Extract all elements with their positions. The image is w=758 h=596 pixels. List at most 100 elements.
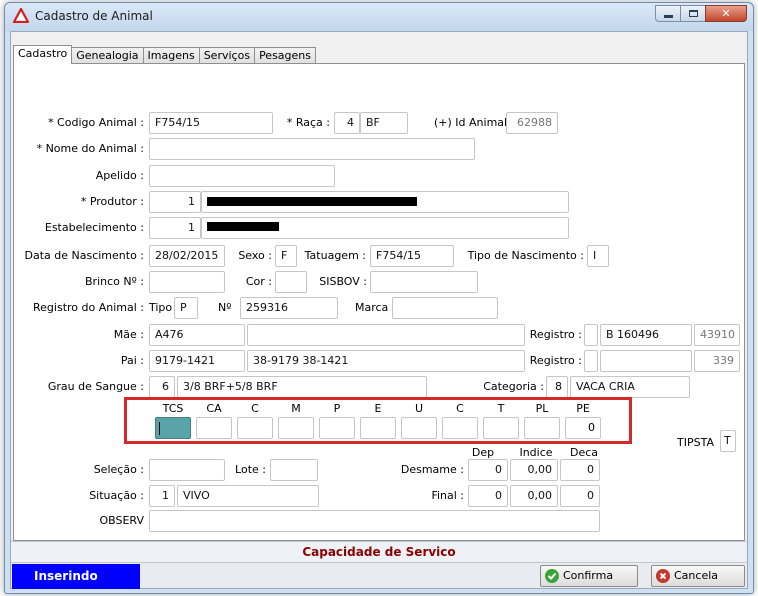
capacidade-highlight-box: TCS CA C M P E U C T PL PE 0 — [124, 397, 632, 444]
selecao-label: Seleção : — [93, 463, 144, 476]
estabelecimento-redaction — [207, 222, 279, 231]
cap-field-c[interactable] — [237, 417, 273, 439]
situacao-field[interactable]: VIVO — [177, 485, 319, 507]
mae-registro-id-field[interactable]: 43910 — [694, 324, 740, 346]
produtor-codigo-field[interactable]: 1 — [149, 191, 201, 213]
pai-nome-field[interactable]: 38-9179 38-1421 — [247, 350, 525, 372]
cap-label-pe: PE — [576, 402, 590, 415]
grau-sangue-codigo-field[interactable]: 6 — [149, 376, 175, 398]
cap-field-tcs[interactable] — [155, 417, 191, 439]
cap-field-e[interactable] — [360, 417, 396, 439]
nome-animal-field[interactable] — [149, 138, 475, 160]
marca-field[interactable] — [392, 297, 498, 319]
raca-codigo-field[interactable]: 4 — [334, 112, 360, 134]
sisbov-field[interactable] — [370, 271, 478, 293]
grau-sangue-label: Grau de Sangue : — [47, 380, 144, 393]
mode-badge: Inserindo — [12, 564, 140, 589]
title-bar[interactable]: Cadastro de Animal ✕ — [5, 3, 753, 31]
tab-genealogia[interactable]: Genealogia — [71, 47, 144, 63]
cap-label-tcs: TCS — [162, 402, 184, 415]
desmame-indice-field[interactable]: 0,00 — [510, 459, 558, 481]
tab-cadastro[interactable]: Cadastro — [13, 45, 73, 64]
cor-label: Cor : — [245, 275, 272, 288]
categoria-codigo-field[interactable]: 8 — [546, 376, 568, 398]
confirma-button[interactable]: Confirma — [540, 565, 638, 587]
categoria-label: Categoria : — [483, 380, 544, 393]
mae-registro-tipo-field[interactable] — [584, 324, 598, 346]
pai-field[interactable]: 9179-1421 — [149, 350, 245, 372]
cap-field-p[interactable] — [319, 417, 355, 439]
cor-field[interactable] — [275, 271, 307, 293]
pai-registro-id-field[interactable]: 339 — [694, 350, 740, 372]
tab-pesagens[interactable]: Pesagens — [254, 47, 316, 63]
deca-header: Deca — [569, 446, 599, 459]
tipo-label: Tipo — [149, 301, 173, 314]
cap-field-c2[interactable] — [442, 417, 478, 439]
tatuagem-label: Tatuagem : — [304, 249, 366, 262]
numero-label: Nº — [218, 301, 232, 314]
cap-field-t[interactable] — [483, 417, 519, 439]
cadastro-panel: * Codigo Animal : F754/15 * Raça : 4 BF … — [13, 63, 745, 541]
tipsta-field[interactable]: T — [720, 430, 736, 452]
data-nascimento-field[interactable]: 28/02/2015 — [149, 245, 225, 267]
situacao-codigo-field[interactable]: 1 — [149, 485, 175, 507]
sexo-label: Sexo : — [238, 249, 272, 262]
cap-field-pl[interactable] — [524, 417, 560, 439]
tab-imagens[interactable]: Imagens — [142, 47, 200, 63]
close-button[interactable]: ✕ — [705, 5, 747, 22]
tatuagem-field[interactable]: F754/15 — [370, 245, 454, 267]
lote-field[interactable] — [270, 459, 318, 481]
sexo-field[interactable]: F — [275, 245, 297, 267]
cap-field-pe[interactable]: 0 — [565, 417, 601, 439]
cap-field-u[interactable] — [401, 417, 437, 439]
tipo-field[interactable]: P — [174, 297, 198, 319]
selecao-field[interactable] — [149, 459, 225, 481]
brinco-field[interactable] — [149, 271, 225, 293]
tipo-nascimento-label: Tipo de Nascimento : — [467, 249, 584, 262]
cap-label-c: C — [251, 402, 259, 415]
id-animal-field[interactable]: 62988 — [506, 112, 558, 134]
warning-triangle-icon — [12, 7, 30, 26]
desmame-deca-field[interactable]: 0 — [560, 459, 600, 481]
minimize-button[interactable] — [655, 5, 681, 22]
window-controls: ✕ — [655, 5, 747, 22]
numero-field[interactable]: 259316 — [240, 297, 338, 319]
apelido-field[interactable] — [149, 165, 335, 187]
apelido-label: Apelido : — [95, 169, 144, 182]
brinco-label: Brinco Nº : — [85, 275, 144, 288]
pai-registro-tipo-field[interactable] — [584, 350, 598, 372]
cap-label-m: M — [291, 402, 301, 415]
final-dep-field[interactable]: 0 — [468, 485, 508, 507]
mae-registro-field[interactable]: B 160496 — [600, 324, 692, 346]
cancela-button[interactable]: Cancela — [651, 565, 745, 587]
lote-label: Lote : — [235, 463, 266, 476]
codigo-animal-field[interactable]: F754/15 — [149, 112, 273, 134]
maximize-button[interactable] — [680, 5, 706, 22]
desmame-dep-field[interactable]: 0 — [468, 459, 508, 481]
final-indice-field[interactable]: 0,00 — [510, 485, 558, 507]
tipo-nascimento-field[interactable]: I — [587, 245, 609, 267]
pai-registro-field[interactable] — [600, 350, 692, 372]
codigo-animal-label: * Codigo Animal : — [48, 116, 144, 129]
check-icon — [545, 569, 559, 583]
observ-field[interactable] — [149, 510, 600, 532]
mae-nome-field[interactable] — [247, 324, 525, 346]
raca-sigla-field[interactable]: BF — [360, 112, 408, 134]
cancel-icon — [656, 569, 670, 583]
estabelecimento-label: Estabelecimento : — [44, 221, 144, 234]
maximize-icon — [688, 10, 698, 17]
produtor-redaction — [207, 197, 417, 206]
cap-label-pl: PL — [535, 402, 549, 415]
mae-field[interactable]: A476 — [149, 324, 245, 346]
cap-field-ca[interactable] — [196, 417, 232, 439]
situacao-label: Situação : — [89, 489, 144, 502]
grau-sangue-field[interactable]: 3/8 BRF+5/8 BRF — [177, 376, 427, 398]
observ-label: OBSERV — [99, 514, 144, 527]
cap-field-m[interactable] — [278, 417, 314, 439]
tab-servicos[interactable]: Serviços — [198, 47, 256, 63]
estabelecimento-codigo-field[interactable]: 1 — [149, 217, 201, 239]
categoria-field[interactable]: VACA CRIA — [570, 376, 690, 398]
text-caret — [159, 422, 160, 435]
final-deca-field[interactable]: 0 — [560, 485, 600, 507]
nome-animal-label: * Nome do Animal : — [36, 142, 144, 155]
